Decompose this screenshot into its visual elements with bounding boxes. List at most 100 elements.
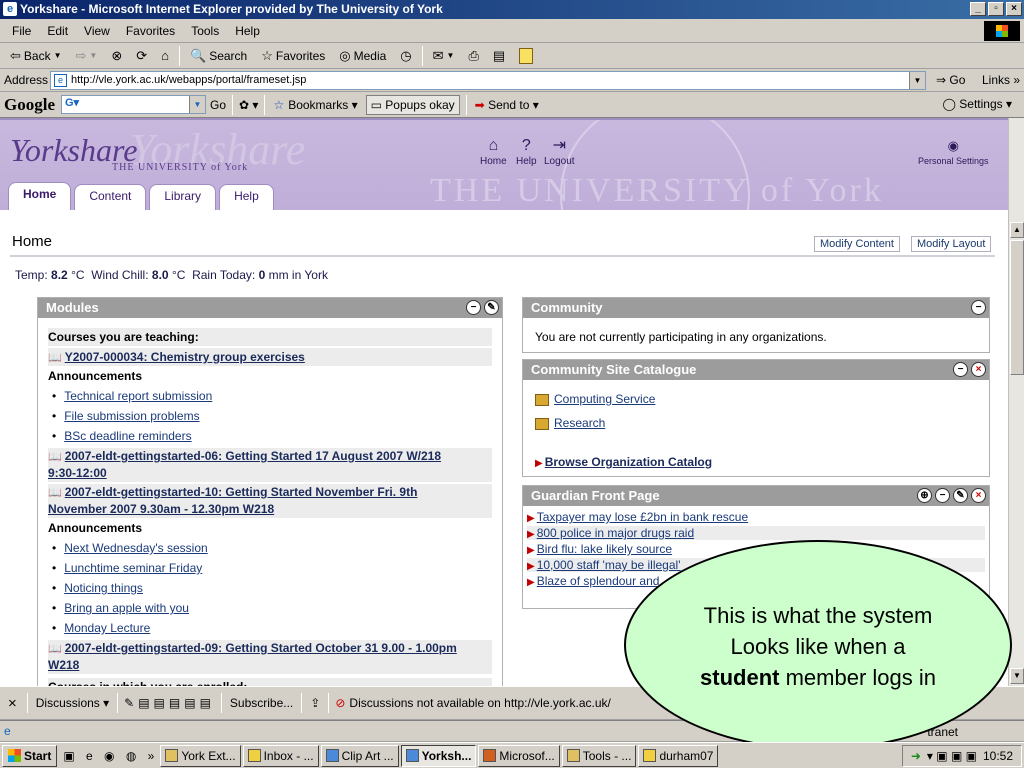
course-link[interactable]: 📖 2007-eldt-gettingstarted-06: Getting St… (48, 448, 492, 482)
list-item[interactable]: ▶ Taxpayer may lose £2bn in bank rescue (527, 510, 985, 524)
popups-button[interactable]: ▭ Popups okay (365, 94, 460, 115)
clock: 10:52 (982, 749, 1013, 763)
subscribe-button[interactable]: Subscribe... (230, 696, 293, 710)
list-item[interactable]: Computing Service (535, 392, 655, 406)
menu-view[interactable]: View (76, 24, 118, 38)
notes-icon (519, 47, 534, 64)
media-button[interactable]: ◎ Media (333, 45, 392, 67)
menu-edit[interactable]: Edit (39, 24, 76, 38)
google-tools-icon[interactable]: ✿ ▾ (239, 98, 258, 112)
collapse-icon[interactable]: − (466, 300, 481, 315)
close-window-button[interactable]: × (1006, 2, 1022, 16)
start-button[interactable]: Start (2, 744, 58, 767)
tab-home[interactable]: Home (8, 182, 72, 210)
edit-button[interactable]: ▤ (487, 45, 511, 67)
print-button[interactable]: ⎙ (462, 45, 484, 67)
nav-help[interactable]: ? Help (516, 136, 537, 167)
forward-button[interactable]: ⇨ ▼ (70, 45, 104, 67)
tab-content[interactable]: Content (74, 184, 147, 210)
list-item[interactable]: Research (535, 416, 605, 430)
notes-button[interactable] (513, 45, 539, 67)
scroll-thumb[interactable] (1010, 240, 1024, 375)
course-link[interactable]: 📖 Y2007-000034: Chemistry group exercises (48, 348, 492, 366)
task-button[interactable]: durham07 (638, 744, 719, 767)
task-button[interactable]: Yorksh... (400, 744, 477, 767)
send-to-button[interactable]: ➡ Send to ▾ (475, 98, 539, 112)
task-button[interactable]: Inbox - ... (242, 744, 319, 767)
list-item[interactable]: Bring an apple with you (52, 601, 189, 615)
menu-file[interactable]: File (4, 24, 39, 38)
menu-tools[interactable]: Tools (183, 24, 227, 38)
upload-icon[interactable]: ⇪ (310, 696, 320, 710)
close-discussions-icon[interactable]: × (8, 695, 17, 712)
google-search-input[interactable]: G▾ ▼ (61, 95, 206, 114)
stop-button[interactable]: ⊗ (105, 45, 128, 67)
quick-launch-icons[interactable]: ▣ e ◉ ◍ » (63, 749, 158, 763)
list-item[interactable]: Noticing things (52, 581, 143, 595)
media-icon: ◎ (339, 47, 351, 63)
google-logo[interactable]: Google (4, 95, 55, 115)
list-item[interactable]: ▶ 800 police in major drugs raid (527, 526, 985, 540)
tray-arrow-icon[interactable]: ➜ (911, 749, 921, 763)
favorites-button[interactable]: ☆ Favorites (255, 45, 331, 67)
scroll-up-icon[interactable]: ▲ (1010, 222, 1024, 238)
nav-home[interactable]: ⌂ Home (480, 136, 507, 167)
mail-button[interactable]: ✉ ▼ (427, 45, 461, 67)
collapse-icon[interactable]: − (935, 488, 950, 503)
modify-layout-button[interactable]: Modify Layout (911, 236, 992, 252)
vertical-scrollbar[interactable]: ▲ ▼ (1008, 118, 1024, 686)
list-item[interactable]: Monday Lecture (52, 621, 150, 635)
settings-button[interactable]: ◯ Settings ▾ (943, 97, 1012, 111)
home-button[interactable]: ⌂ (155, 45, 175, 67)
tab-help[interactable]: Help (219, 184, 274, 210)
menu-favorites[interactable]: Favorites (118, 24, 183, 38)
maximize-button[interactable]: ▫ (988, 2, 1004, 16)
discussions-button[interactable]: Discussions ▾ (36, 696, 109, 710)
list-item[interactable]: Lunchtime seminar Friday (52, 561, 202, 575)
address-dropdown[interactable]: ▼ (909, 72, 925, 89)
remove-icon[interactable]: × (971, 488, 986, 503)
google-go-button[interactable]: Go (210, 98, 226, 112)
discussion-tools-icons[interactable]: ✎▤▤▤▤▤ (124, 696, 215, 710)
tray-icons[interactable]: ▾ ▣ ▣ ▣ (927, 749, 977, 763)
task-button[interactable]: Microsof... (478, 744, 560, 767)
task-button[interactable]: Clip Art ... (320, 744, 399, 767)
collapse-icon[interactable]: − (971, 300, 986, 315)
bookmarks-button[interactable]: Bookmarks ▾ (288, 98, 357, 112)
minimize-button[interactable]: _ (970, 2, 986, 16)
browse-catalog-link[interactable]: ▶ Browse Organization Catalog (535, 455, 712, 469)
list-item[interactable]: BSc deadline reminders (52, 429, 191, 443)
edit-icon[interactable]: ✎ (953, 488, 968, 503)
refresh-button[interactable]: ⟳ (130, 45, 153, 67)
list-item[interactable]: Next Wednesday's session (52, 541, 207, 555)
expand-icon[interactable]: ⊕ (917, 488, 932, 503)
mail-icon: ✉ (432, 47, 444, 63)
nav-logout[interactable]: ⇥ Logout (544, 136, 575, 167)
edit-icon[interactable]: ✎ (484, 300, 499, 315)
site-banner: Yorkshare THE UNIVERSITY of York Yorksha… (0, 118, 1008, 210)
course-link[interactable]: 📖 2007-eldt-gettingstarted-10: Getting St… (48, 484, 492, 518)
address-input[interactable]: e http://vle.york.ac.uk/webapps/portal/f… (50, 71, 926, 90)
collapse-icon[interactable]: − (953, 362, 968, 377)
windows-logo-icon (984, 21, 1020, 41)
links-button[interactable]: Links » (982, 73, 1020, 87)
scroll-down-icon[interactable]: ▼ (1010, 668, 1024, 684)
menu-help[interactable]: Help (227, 24, 268, 38)
personal-settings[interactable]: ◉ Personal Settings (918, 136, 989, 166)
list-item[interactable]: Technical report submission (52, 389, 212, 403)
book-icon: 📖 (48, 451, 62, 463)
forward-arrow-icon: ⇨ (75, 47, 87, 63)
task-button[interactable]: York Ext... (160, 744, 241, 767)
modify-content-button[interactable]: Modify Content (814, 236, 900, 252)
browser-toolbar: ⇦ Back ▼ ⇨ ▼ ⊗ ⟳ ⌂ 🔍 Search ☆ Favorites ◎ Medi… (0, 43, 1024, 69)
guardian-header: Guardian Front Page ⊕ − ✎ × (523, 486, 989, 506)
task-button[interactable]: Tools - ... (561, 744, 637, 767)
history-button[interactable]: ◷ (394, 45, 417, 67)
search-button[interactable]: 🔍 Search (184, 45, 253, 67)
course-link[interactable]: 📖 2007-eldt-gettingstarted-09: Getting St… (48, 640, 492, 674)
back-button[interactable]: ⇦ Back ▼ (4, 45, 68, 67)
remove-icon[interactable]: × (971, 362, 986, 377)
list-item[interactable]: File submission problems (52, 409, 199, 423)
go-button[interactable]: ⇒ Go (936, 73, 965, 87)
tab-library[interactable]: Library (149, 184, 217, 210)
